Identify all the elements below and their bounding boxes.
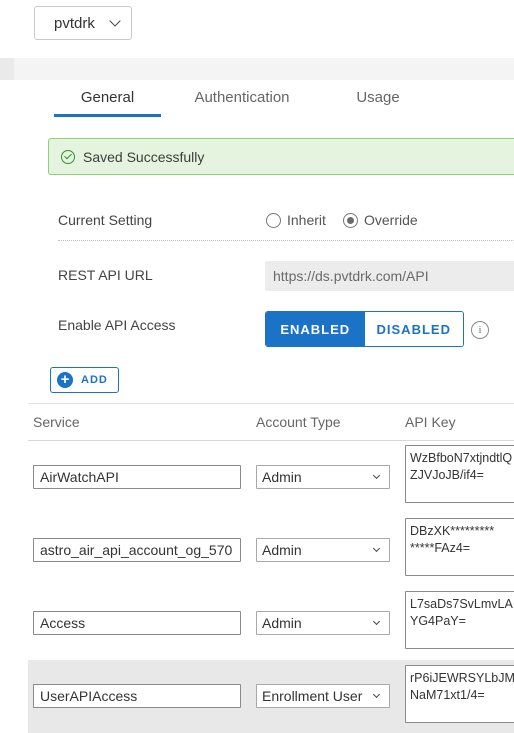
tab-authentication[interactable]: Authentication	[179, 80, 305, 116]
service-name-input[interactable]: UserAPIAccess	[33, 684, 241, 708]
tab-usage[interactable]: Usage	[334, 80, 422, 116]
check-circle-icon	[61, 149, 75, 164]
radio-inherit-circle[interactable]	[266, 212, 281, 228]
chevron-down-icon	[109, 15, 121, 27]
column-header-service: Service	[33, 414, 80, 430]
column-header-api-key: API Key	[405, 414, 456, 430]
section-divider	[0, 58, 514, 80]
table-row: astro_air_api_account_og_570 Admin DBzXK…	[28, 514, 514, 587]
organization-dropdown-value: pvtdrk	[54, 14, 95, 32]
divider	[58, 240, 514, 241]
api-key-field[interactable]: DBzXK********* *****FAz4=	[405, 518, 514, 576]
api-key-field[interactable]: WzBfboN7xtjndtlQ ZJVJoJB/if4=	[405, 445, 514, 503]
table-row: AirWatchAPI Admin WzBfboN7xtjndtlQ ZJVJo…	[28, 441, 514, 514]
success-alert-message: Saved Successfully	[83, 148, 205, 165]
radio-override[interactable]: Override	[343, 212, 418, 228]
add-button[interactable]: + ADD	[50, 367, 119, 393]
account-type-value: Admin	[262, 542, 302, 558]
radio-inherit[interactable]: Inherit	[266, 212, 326, 228]
info-icon[interactable]: i	[471, 321, 489, 339]
account-type-value: Admin	[262, 469, 302, 485]
column-header-account-type: Account Type	[256, 414, 341, 430]
tab-general[interactable]: General	[54, 80, 161, 116]
table-header: Service Account Type API Key	[28, 403, 514, 441]
api-access-toggle: ENABLED DISABLED	[265, 311, 464, 347]
table-row: Access Admin L7saDs7SvLmvLA YG4PaY=	[28, 587, 514, 660]
chevron-down-icon	[372, 617, 381, 626]
table-row: UserAPIAccess Enrollment User rP6iJEWRSY…	[28, 660, 514, 733]
account-type-value: Enrollment User	[262, 688, 363, 704]
api-key-field[interactable]: L7saDs7SvLmvLA YG4PaY=	[405, 591, 514, 649]
tab-bar: General Authentication Usage	[54, 80, 514, 118]
account-type-value: Admin	[262, 615, 302, 631]
active-tab-indicator	[54, 114, 161, 117]
organization-dropdown[interactable]: pvtdrk	[34, 6, 132, 40]
account-type-select[interactable]: Admin	[256, 611, 390, 635]
api-key-field[interactable]: rP6iJEWRSYLbJMH NaM71xt1/4=	[405, 665, 514, 723]
current-setting-label: Current Setting	[58, 212, 153, 228]
chevron-down-icon	[372, 471, 381, 480]
account-type-select[interactable]: Admin	[256, 538, 390, 562]
chevron-down-icon	[372, 544, 381, 553]
enable-api-access-label: Enable API Access	[58, 317, 176, 333]
account-type-select[interactable]: Enrollment User	[256, 684, 390, 708]
top-bar: pvtdrk	[0, 0, 514, 58]
radio-override-label: Override	[364, 212, 418, 228]
radio-override-circle[interactable]	[343, 212, 358, 228]
disabled-button[interactable]: DISABLED	[364, 312, 463, 346]
rest-api-url-label: REST API URL	[58, 267, 153, 283]
service-name-input[interactable]: astro_air_api_account_og_570	[33, 538, 241, 562]
service-name-input[interactable]: AirWatchAPI	[33, 465, 241, 489]
service-name-input[interactable]: Access	[33, 611, 241, 635]
account-type-select[interactable]: Admin	[256, 465, 390, 489]
enabled-button[interactable]: ENABLED	[266, 312, 365, 346]
rest-api-url-field: https://ds.pvtdrk.com/API	[265, 261, 514, 291]
success-alert: Saved Successfully	[48, 138, 514, 175]
section-divider-edge	[0, 58, 14, 80]
chevron-down-icon	[372, 690, 381, 699]
radio-inherit-label: Inherit	[287, 212, 326, 228]
plus-circle-icon: +	[57, 372, 73, 388]
add-button-label: ADD	[81, 374, 108, 386]
